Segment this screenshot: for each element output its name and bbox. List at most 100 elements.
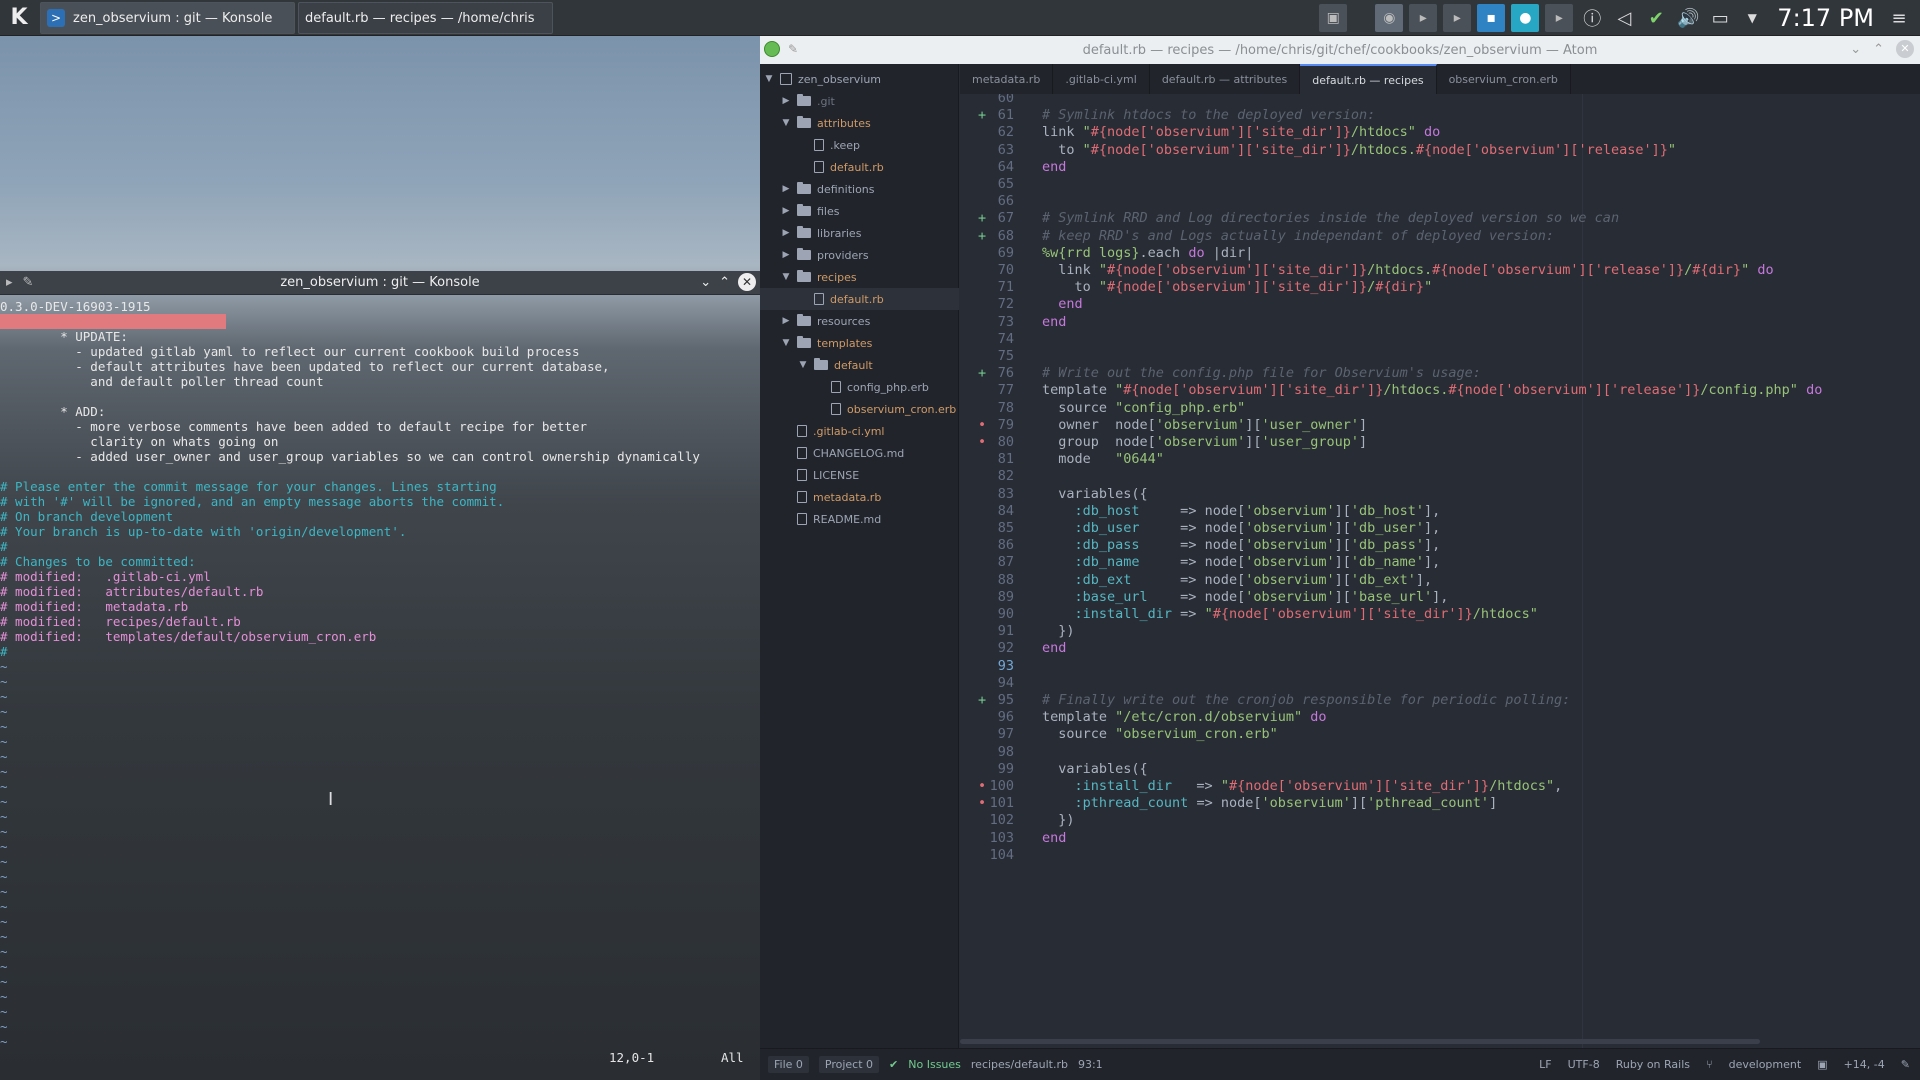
project-tree[interactable]: ▼ zen_observium ▶ .git ▼ attributes .keep defau… [760,64,959,1048]
minimize-icon[interactable]: ⌄ [1850,42,1861,57]
github-icon[interactable]: ✎ [1901,1058,1910,1071]
clock[interactable]: 7:17 PM [1771,4,1880,32]
terminal-app-icon-3[interactable]: ▸ [1545,4,1574,32]
file-path[interactable]: recipes/default.rb [971,1058,1068,1071]
tree-folder[interactable]: ▼ templates [760,332,872,354]
tree-file[interactable]: default.rb [760,156,884,178]
file-count[interactable]: File 0 [768,1056,809,1073]
code-token: ][ [1334,520,1351,536]
code-line[interactable]: to "#{node['observium']['site_dir']}/#{d… [1042,277,1433,298]
horizontal-scrollbar[interactable] [960,1039,1760,1044]
folder-icon [797,248,811,260]
tree-file[interactable]: .gitlab-ci.yml [760,420,884,442]
code-line[interactable]: end [1042,828,1066,849]
line-ending[interactable]: LF [1539,1058,1551,1071]
window-menu-icon[interactable]: ▸ [6,275,13,290]
tree-file[interactable]: README.md [760,508,881,530]
tree-root[interactable]: ▼ zen_observium [760,68,881,90]
tab[interactable]: metadata.rb [960,64,1054,94]
maximize-icon[interactable]: ⌃ [719,275,730,290]
terminal-app-icon[interactable]: ▸ [1409,4,1438,32]
task-atom[interactable]: ⚛ default.rb — recipes — /home/chris [298,2,553,34]
cursor-position[interactable]: 93:1 [1078,1058,1103,1071]
code-line[interactable]: source "observium_cron.erb" [1042,724,1277,745]
code-line[interactable]: :install_dir => "#{node['observium']['si… [1042,604,1538,625]
app-window-icon[interactable]: ▪ [1477,4,1506,32]
vim-empty-line: ~ [0,929,8,944]
close-icon[interactable]: ✕ [738,273,756,291]
tree-item-label: README.md [813,512,882,526]
code-token: #{node['observium']['site_dir']} [1123,382,1384,399]
announce-icon[interactable]: ◁ [1611,8,1637,29]
tree-folder[interactable]: ▼ recipes [760,266,857,288]
tree-file[interactable]: CHANGELOG.md [760,442,904,464]
tab[interactable]: .gitlab-ci.yml [1053,64,1150,94]
tree-folder[interactable]: ▶ libraries [760,222,861,244]
tab[interactable]: default.rb — recipes [1300,64,1437,94]
notifications-icon[interactable]: ⓘ [1579,5,1605,31]
atom-titlebar[interactable]: ✎ default.rb — recipes — /home/chris/git… [760,36,1920,64]
tree-folder[interactable]: ▼ attributes [760,112,871,134]
app-circle-icon[interactable]: ● [1511,4,1540,32]
tree-folder[interactable]: ▼ default [760,354,873,376]
pin-icon[interactable]: ✎ [788,42,798,56]
tray-expand-icon[interactable]: ▼ [1739,11,1765,25]
tree-file[interactable]: config_php.erb [760,376,929,398]
tree-file[interactable]: LICENSE [760,464,859,486]
code-line[interactable]: end [1042,312,1066,333]
volume-icon[interactable]: 🔊 [1675,8,1701,29]
pager-icon[interactable]: ▣ [1319,4,1348,32]
code-token: end [1042,829,1067,846]
tree-folder[interactable]: ▶ definitions [760,178,875,200]
tree-folder[interactable]: ▶ resources [760,310,870,332]
close-icon[interactable]: ✕ [1896,40,1914,58]
terminal-line: 0.3.0-DEV-16903-1915 [0,299,760,314]
vim-empty-line: ~ [0,659,8,674]
code-token: #{node['observium']['site_dir']} [1228,778,1490,794]
updates-icon[interactable]: ✔ [1643,8,1669,29]
code-token: 'db_pass' [1350,537,1425,554]
kde-launcher-icon[interactable]: K [5,4,33,32]
code-token: link [1042,124,1083,141]
task-konsole[interactable]: > zen_observium : git — Konsole [40,2,295,34]
code-token: group node[ [1042,434,1156,450]
tree-folder[interactable]: ▶ files [760,200,839,222]
code-token: ] [1359,416,1368,433]
code-editor[interactable]: 60 +61 62 63 64 65 66 +67 +68 69 70 71 72 73 74 75 +76 77… [960,94,1920,1048]
display-icon[interactable]: ▭ [1707,8,1733,29]
encoding[interactable]: UTF-8 [1568,1058,1600,1071]
code-lines[interactable]: # Symlink htdocs to the deployed version… [1042,94,1920,1048]
terminal-line: - added user_owner and user_group variab… [0,449,760,464]
grammar[interactable]: Ruby on Rails [1616,1058,1690,1071]
konsole-titlebar[interactable]: ▸ ✎ zen_observium : git — Konsole ⌄ ⌃ ✕ [0,271,760,295]
tree-folder[interactable]: ▶ .git [760,90,835,112]
tab[interactable]: default.rb — attributes [1150,64,1301,94]
minimize-icon[interactable]: ⌄ [700,275,711,290]
vim-empty-line: ~ [0,989,8,1004]
tab[interactable]: observium_cron.erb [1437,64,1571,94]
git-branch[interactable]: development [1729,1058,1802,1071]
terminal-line-text: - added user_owner and user_group variab… [0,449,700,464]
tree-file[interactable]: observium_cron.erb [760,398,956,420]
tree-file[interactable]: .keep [760,134,860,156]
tree-file[interactable]: metadata.rb [760,486,881,508]
chrome-icon[interactable]: ◉ [1375,4,1404,32]
code-line[interactable]: :pthread_count => node['observium']['pth… [1042,793,1498,814]
terminal-line-text: and default poller thread count [0,374,324,389]
diff-stat[interactable]: +14, -4 [1844,1058,1885,1071]
terminal-app-icon-2[interactable]: ▸ [1443,4,1472,32]
tree-file[interactable]: default.rb [760,288,959,310]
code-line[interactable]: to "#{node['observium']['site_dir']}/htd… [1042,140,1676,161]
terminal-output[interactable]: 0.3.0-DEV-16903-1915 --------------------… [0,299,760,1080]
terminal-line-text: - default attributes have been updated t… [0,359,610,374]
pin-icon[interactable]: ✎ [23,275,34,290]
code-line[interactable]: mode "0644" [1042,449,1164,470]
tree-folder[interactable]: ▶ providers [760,244,869,266]
linter-status[interactable]: No Issues [908,1058,961,1071]
maximize-icon[interactable]: ⌃ [1873,42,1884,57]
code-line[interactable]: end [1042,638,1066,659]
project-count[interactable]: Project 0 [818,1056,880,1073]
code-line[interactable]: end [1042,157,1066,178]
atom-app-icon[interactable] [764,41,780,57]
menu-icon[interactable]: ≡ [1886,8,1912,29]
